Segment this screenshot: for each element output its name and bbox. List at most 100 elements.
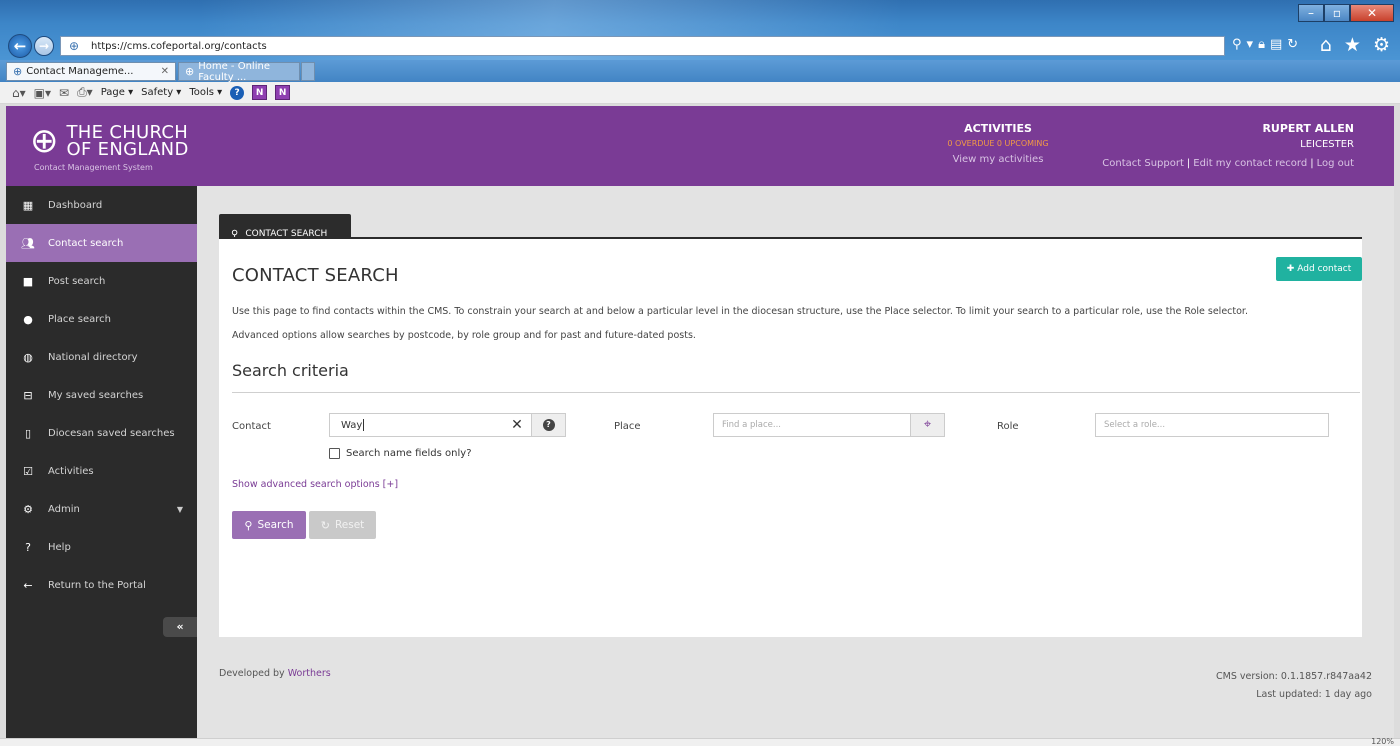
- cms-version: CMS version: 0.1.1857.r847aa42: [1216, 671, 1372, 682]
- advanced-options-link[interactable]: Show advanced search options [+]: [232, 479, 398, 490]
- tab-online-faculty[interactable]: ⊕ Home - Online Faculty ...: [178, 60, 300, 83]
- add-contact-button[interactable]: ✚ Add contact: [1276, 257, 1362, 281]
- sidebar-item-admin[interactable]: ⚙ Admin ▼: [6, 490, 197, 528]
- logo-subtitle: Contact Management System: [34, 163, 153, 172]
- sidebar-item-label: Dashboard: [48, 199, 103, 211]
- contact-help-button[interactable]: ?: [532, 413, 566, 437]
- place-label: Place: [614, 421, 641, 432]
- role-label: Role: [997, 421, 1019, 432]
- sidebar-item-my-saved-searches[interactable]: ⊟ My saved searches: [6, 376, 197, 414]
- command-bar: ⌂▾ ▣▾ ✉ ⎙▾ Page ▾ Safety ▾ Tools ▾ ? N N: [0, 82, 1400, 104]
- home-menu-icon[interactable]: ⌂▾: [12, 86, 26, 100]
- forward-button[interactable]: →: [34, 36, 54, 56]
- tab-globe-icon: ⊕: [185, 65, 195, 78]
- globe-icon: ◍: [23, 350, 33, 364]
- grid-icon: ▦: [22, 198, 34, 212]
- help-icon[interactable]: ?: [230, 85, 245, 100]
- sidebar-item-label: Diocesan saved searches: [48, 427, 175, 439]
- user-block: RUPERT ALLEN LEICESTER Contact Support | E…: [1102, 122, 1354, 169]
- add-contact-label: Add contact: [1297, 264, 1352, 274]
- address-bar[interactable]: ⊕ https://cms.cofeportal.org/contacts: [60, 36, 1225, 56]
- favorites-star-icon[interactable]: ★: [1344, 34, 1361, 56]
- last-updated: Last updated: 1 day ago: [1256, 689, 1372, 700]
- home-icon[interactable]: ⌂: [1320, 34, 1332, 56]
- mail-icon[interactable]: ✉: [59, 86, 69, 100]
- browser-right-icons: ⌂ ★ ⚙: [1320, 34, 1390, 56]
- contact-input[interactable]: Way: [329, 413, 532, 437]
- browser-tabs: ⊕ Contact Manageme... ✕ ⊕ Home - Online …: [0, 60, 1400, 83]
- role-select[interactable]: Select a role...: [1095, 413, 1329, 437]
- tab-close-icon[interactable]: ✕: [161, 66, 169, 77]
- sidebar-item-return-to-portal[interactable]: ← Return to the Portal: [6, 566, 197, 604]
- tab-contact-management[interactable]: ⊕ Contact Manageme... ✕: [6, 62, 176, 81]
- print-icon[interactable]: ⎙▾: [77, 85, 93, 100]
- sidebar-item-label: Place search: [48, 313, 111, 325]
- footer-credit: Developed by Worthers: [219, 668, 331, 679]
- users-icon: 👥︎: [21, 236, 35, 250]
- briefcase-icon: ■: [22, 274, 34, 288]
- sidebar-item-label: National directory: [48, 351, 138, 363]
- search-button-label: Search: [257, 519, 294, 531]
- page-title: CONTACT SEARCH: [232, 265, 399, 286]
- developer-link[interactable]: Worthers: [288, 668, 331, 679]
- search-name-fields-label: Search name fields only?: [346, 448, 472, 459]
- safety-menu[interactable]: Safety ▾: [141, 87, 181, 98]
- sidebar-item-label: Return to the Portal: [48, 579, 146, 591]
- sidebar-item-contact-search[interactable]: 👥︎ Contact search: [6, 224, 197, 262]
- window-controls: – ▫ ✕: [1298, 4, 1394, 26]
- logo[interactable]: ⊕ THE CHURCH OF ENGLAND: [30, 124, 189, 160]
- sidebar-item-help[interactable]: ? Help: [6, 528, 197, 566]
- browser-titlebar: – ▫ ✕ ← → ⊕ https://cms.cofeportal.org/c…: [0, 0, 1400, 60]
- edit-contact-record-link[interactable]: Edit my contact record: [1193, 158, 1307, 169]
- place-selector-button[interactable]: ⌖: [911, 413, 945, 437]
- address-tools: ⚲ ▾ 🔒︎ ▤ ↻: [1232, 37, 1298, 52]
- safety-menu-label: Safety: [141, 87, 174, 98]
- sidebar-item-dashboard[interactable]: ▦ Dashboard: [6, 186, 197, 224]
- plus-icon: ✚: [1286, 264, 1295, 274]
- refresh-icon[interactable]: ↻: [1287, 37, 1298, 52]
- developed-by-text: Developed by: [219, 668, 285, 679]
- sidebar-item-label: Admin: [48, 503, 80, 515]
- page-menu[interactable]: Page ▾: [101, 87, 133, 98]
- contact-label: Contact: [232, 421, 271, 432]
- new-tab-button[interactable]: [301, 62, 315, 81]
- book-icon: ▯: [24, 426, 32, 440]
- reset-button[interactable]: ↻ Reset: [309, 511, 376, 539]
- description-line1: Use this page to find contacts within th…: [232, 306, 1248, 317]
- feeds-icon[interactable]: ▣▾: [34, 86, 51, 100]
- minimize-button[interactable]: –: [1298, 4, 1324, 22]
- clear-contact-icon[interactable]: ✕: [508, 415, 526, 435]
- lock-icon[interactable]: 🔒︎: [1258, 37, 1265, 52]
- site-globe-icon: ⊕: [69, 39, 80, 53]
- view-activities-link[interactable]: View my activities: [938, 154, 1058, 165]
- contact-support-link[interactable]: Contact Support: [1102, 158, 1184, 169]
- onenote-icon[interactable]: N: [252, 85, 268, 100]
- sidebar-item-activities[interactable]: ☑ Activities: [6, 452, 197, 490]
- crosshairs-icon: ⌖: [923, 417, 932, 432]
- sidebar-collapse-button[interactable]: «: [163, 617, 197, 637]
- search-button[interactable]: ⚲ Search: [232, 511, 306, 539]
- link-separator: |: [1310, 158, 1314, 169]
- search-icon[interactable]: ⚲: [1232, 37, 1242, 52]
- zoom-level[interactable]: 120%: [1371, 737, 1394, 746]
- sidebar-item-national-directory[interactable]: ◍ National directory: [6, 338, 197, 376]
- close-window-button[interactable]: ✕: [1350, 4, 1394, 22]
- compat-icon[interactable]: ▤: [1270, 37, 1282, 52]
- sidebar-item-diocesan-saved-searches[interactable]: ▯ Diocesan saved searches: [6, 414, 197, 452]
- place-input[interactable]: Find a place...: [713, 413, 911, 437]
- onenote-linked-icon[interactable]: N: [275, 85, 291, 100]
- logout-link[interactable]: Log out: [1317, 158, 1354, 169]
- maximize-button[interactable]: ▫: [1324, 4, 1350, 22]
- sidebar-item-post-search[interactable]: ■ Post search: [6, 262, 197, 300]
- tools-menu[interactable]: Tools ▾: [189, 87, 222, 98]
- dropdown-icon[interactable]: ▾: [1247, 37, 1254, 52]
- user-name: RUPERT ALLEN: [1262, 122, 1354, 135]
- back-button[interactable]: ←: [8, 34, 32, 58]
- logo-line2: OF ENGLAND: [66, 139, 189, 160]
- settings-gear-icon[interactable]: ⚙: [1373, 34, 1390, 56]
- description-line2: Advanced options allow searches by postc…: [232, 330, 696, 341]
- sidebar-item-place-search[interactable]: ● Place search: [6, 300, 197, 338]
- search-name-fields-row[interactable]: Search name fields only?: [329, 448, 472, 459]
- search-name-fields-checkbox[interactable]: [329, 448, 340, 459]
- tab-label: Home - Online Faculty ...: [198, 60, 270, 83]
